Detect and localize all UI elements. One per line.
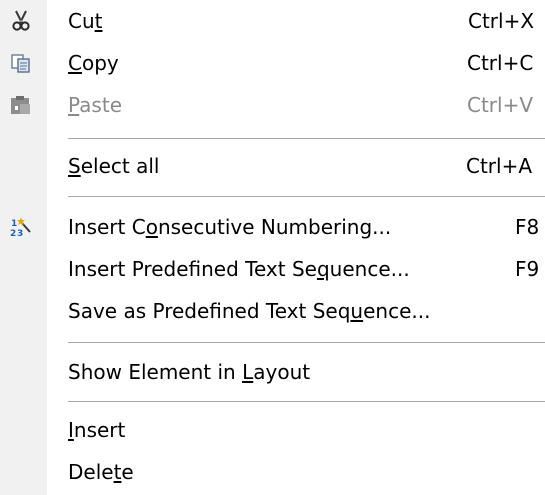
menu-item-label: Cut [68,9,103,33]
menu-separator [68,401,545,403]
menu-item-cut[interactable]: Cut Ctrl+X [0,2,545,38]
shortcut-label: Ctrl+V [467,93,534,117]
menu-separator [68,138,545,140]
context-menu: Cut Ctrl+X Copy Ctrl+C Paste Ctrl+V Sele… [0,0,545,495]
shortcut-label: F9 [515,257,540,281]
menu-item-save-predefined-text-sequence[interactable]: Save as Predefined Text Sequence... [0,292,545,328]
scissors-icon [10,10,32,32]
copy-pages-icon [10,52,32,74]
menu-item-insert-consecutive-numbering[interactable]: 1 2 3 Insert Consecutive Numbering... F8 [0,208,545,244]
svg-text:3: 3 [17,229,23,238]
menu-item-insert-predefined-text-sequence[interactable]: Insert Predefined Text Sequence... F9 [0,250,545,286]
menu-item-copy[interactable]: Copy Ctrl+C [0,44,545,80]
shortcut-label: F8 [515,215,540,239]
shortcut-label: Ctrl+C [467,51,534,75]
menu-separator [68,342,545,344]
menu-item-label: Paste [68,93,122,117]
shortcut-label: Ctrl+X [468,9,535,33]
menu-item-paste[interactable]: Paste Ctrl+V [0,86,545,122]
clipboard-icon [10,94,32,116]
menu-item-delete[interactable]: Delete [0,453,545,489]
menu-item-label: Copy [68,51,119,75]
menu-item-label: Insert [68,418,126,442]
menu-item-insert[interactable]: Insert [0,411,545,447]
menu-item-label: Delete [68,460,134,484]
menu-item-select-all[interactable]: Select all Ctrl+A [0,147,545,183]
menu-separator [68,196,545,198]
menu-item-label: Insert Consecutive Numbering... [68,215,392,239]
svg-text:1: 1 [11,219,17,229]
numbering-wand-icon: 1 2 3 [10,216,32,238]
menu-item-label: Select all [68,154,160,178]
menu-item-show-element-in-layout[interactable]: Show Element in Layout [0,353,545,389]
menu-item-label: Save as Predefined Text Sequence... [68,299,431,323]
menu-item-label: Insert Predefined Text Sequence... [68,257,410,281]
svg-text:2: 2 [10,229,16,238]
menu-item-label: Show Element in Layout [68,360,311,384]
shortcut-label: Ctrl+A [466,154,533,178]
